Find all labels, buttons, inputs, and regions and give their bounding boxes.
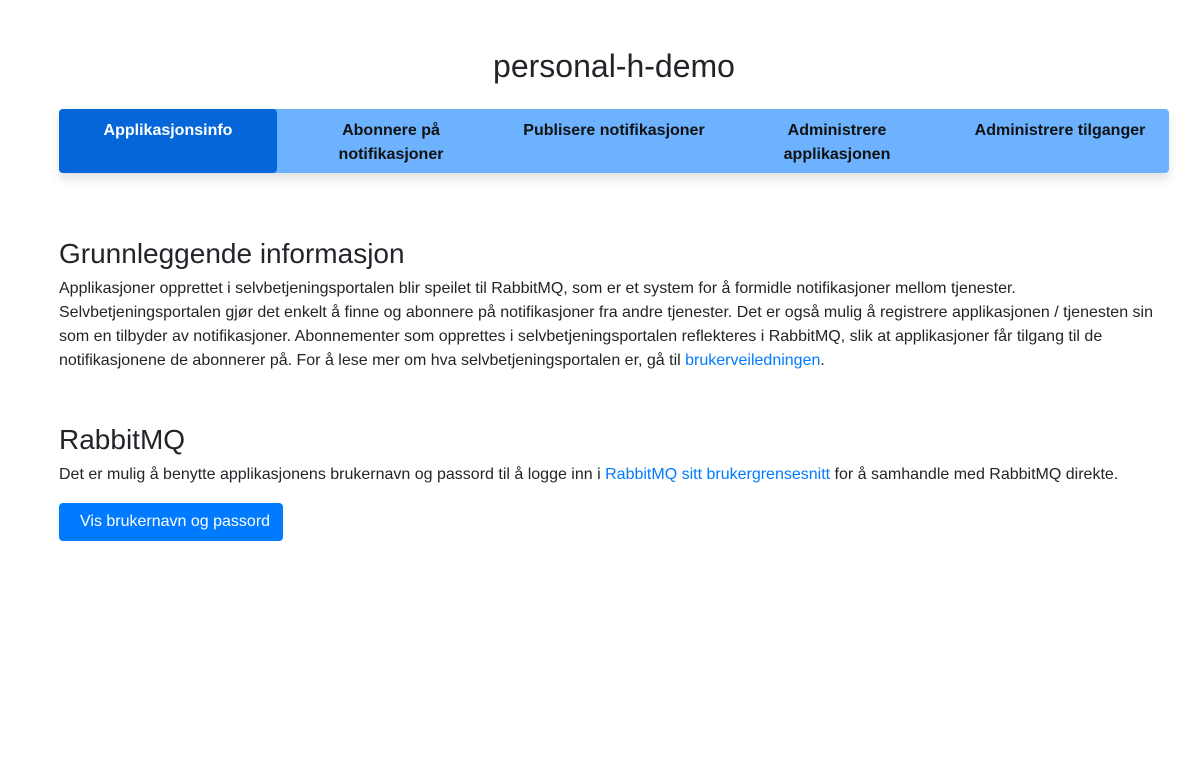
tab-applikasjonsinfo[interactable]: Applikasjonsinfo	[59, 109, 277, 173]
tab-abonnere[interactable]: Abonnere på notifikasjoner	[277, 109, 505, 173]
rabbitmq-ui-link[interactable]: RabbitMQ sitt brukergrensesnitt	[605, 466, 830, 483]
basic-info-section: Grunnleggende informasjon Applikasjoner …	[59, 237, 1159, 373]
rabbitmq-heading: RabbitMQ	[59, 424, 186, 455]
rabbitmq-text: Det er mulig å benytte applikasjonens br…	[59, 466, 606, 483]
page-title: personal-h-demo	[493, 48, 735, 84]
tab-administrere-applikasjonen[interactable]: Administrere applikasjonen	[723, 109, 951, 173]
basic-info-text: Applikasjoner opprettet i selvbetjenings…	[59, 280, 1153, 369]
rabbitmq-paragraph: Det er mulig å benytte applikasjonens br…	[59, 463, 1159, 487]
page: personal-h-demo Applikasjonsinfo Abonner…	[0, 0, 1193, 758]
tab-publisere[interactable]: Publisere notifikasjoner	[505, 109, 723, 173]
basic-info-heading: Grunnleggende informasjon	[59, 238, 405, 269]
show-credentials-button[interactable]: Vis brukernavn og passord	[59, 503, 284, 541]
basic-info-text-end: .	[820, 352, 825, 369]
tab-administrere-tilganger[interactable]: Administrere tilganger	[951, 109, 1169, 173]
user-guide-link[interactable]: brukerveiledningen	[685, 352, 820, 369]
basic-info-paragraph: Applikasjoner opprettet i selvbetjenings…	[59, 277, 1159, 373]
tab-bar: Applikasjonsinfo Abonnere på notifikasjo…	[59, 109, 1169, 173]
rabbitmq-section: RabbitMQ Det er mulig å benytte applikas…	[59, 423, 1159, 541]
rabbitmq-text-end: for å samhandle med RabbitMQ direkte.	[830, 466, 1119, 483]
